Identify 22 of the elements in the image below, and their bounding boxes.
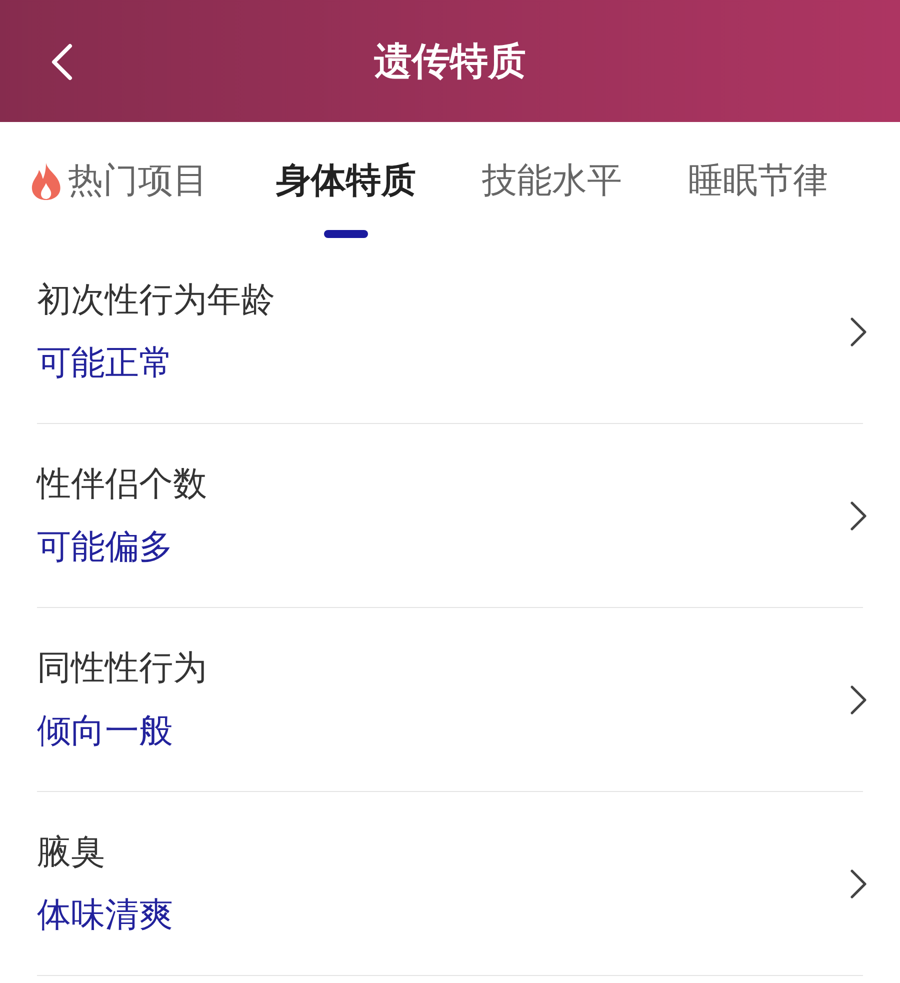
item-value: 可能偏多 xyxy=(37,526,174,568)
item-title: 性伴侣个数 xyxy=(37,462,207,506)
chevron-right-icon xyxy=(849,868,869,900)
item-title: 初次性行为年龄 xyxy=(37,278,275,322)
list-item[interactable]: 性伴侣个数 可能偏多 xyxy=(37,424,863,608)
page-title: 遗传特质 xyxy=(374,38,526,84)
chevron-right-icon xyxy=(849,316,869,348)
tab[interactable]: 技能水平 xyxy=(482,122,622,240)
tab[interactable]: 身体特质 xyxy=(276,122,416,240)
item-title: 腋臭 xyxy=(37,830,106,874)
item-value: 倾向一般 xyxy=(37,710,174,752)
item-title: 同性性行为 xyxy=(37,646,207,690)
chevron-right-icon xyxy=(849,684,869,716)
chevron-right-icon xyxy=(849,500,869,532)
tab[interactable]: 睡眠节律 xyxy=(688,122,828,240)
list-item[interactable]: 同性性行为 倾向一般 xyxy=(37,608,863,792)
list-item[interactable]: 腋臭 体味清爽 xyxy=(37,792,863,976)
item-value: 体味清爽 xyxy=(37,894,173,936)
item-value: 可能正常 xyxy=(37,342,174,384)
tab-indicator xyxy=(324,230,368,238)
tab[interactable]: 热门项目 xyxy=(28,122,208,240)
list-item[interactable]: 初次性行为年龄 可能正常 xyxy=(37,240,863,424)
